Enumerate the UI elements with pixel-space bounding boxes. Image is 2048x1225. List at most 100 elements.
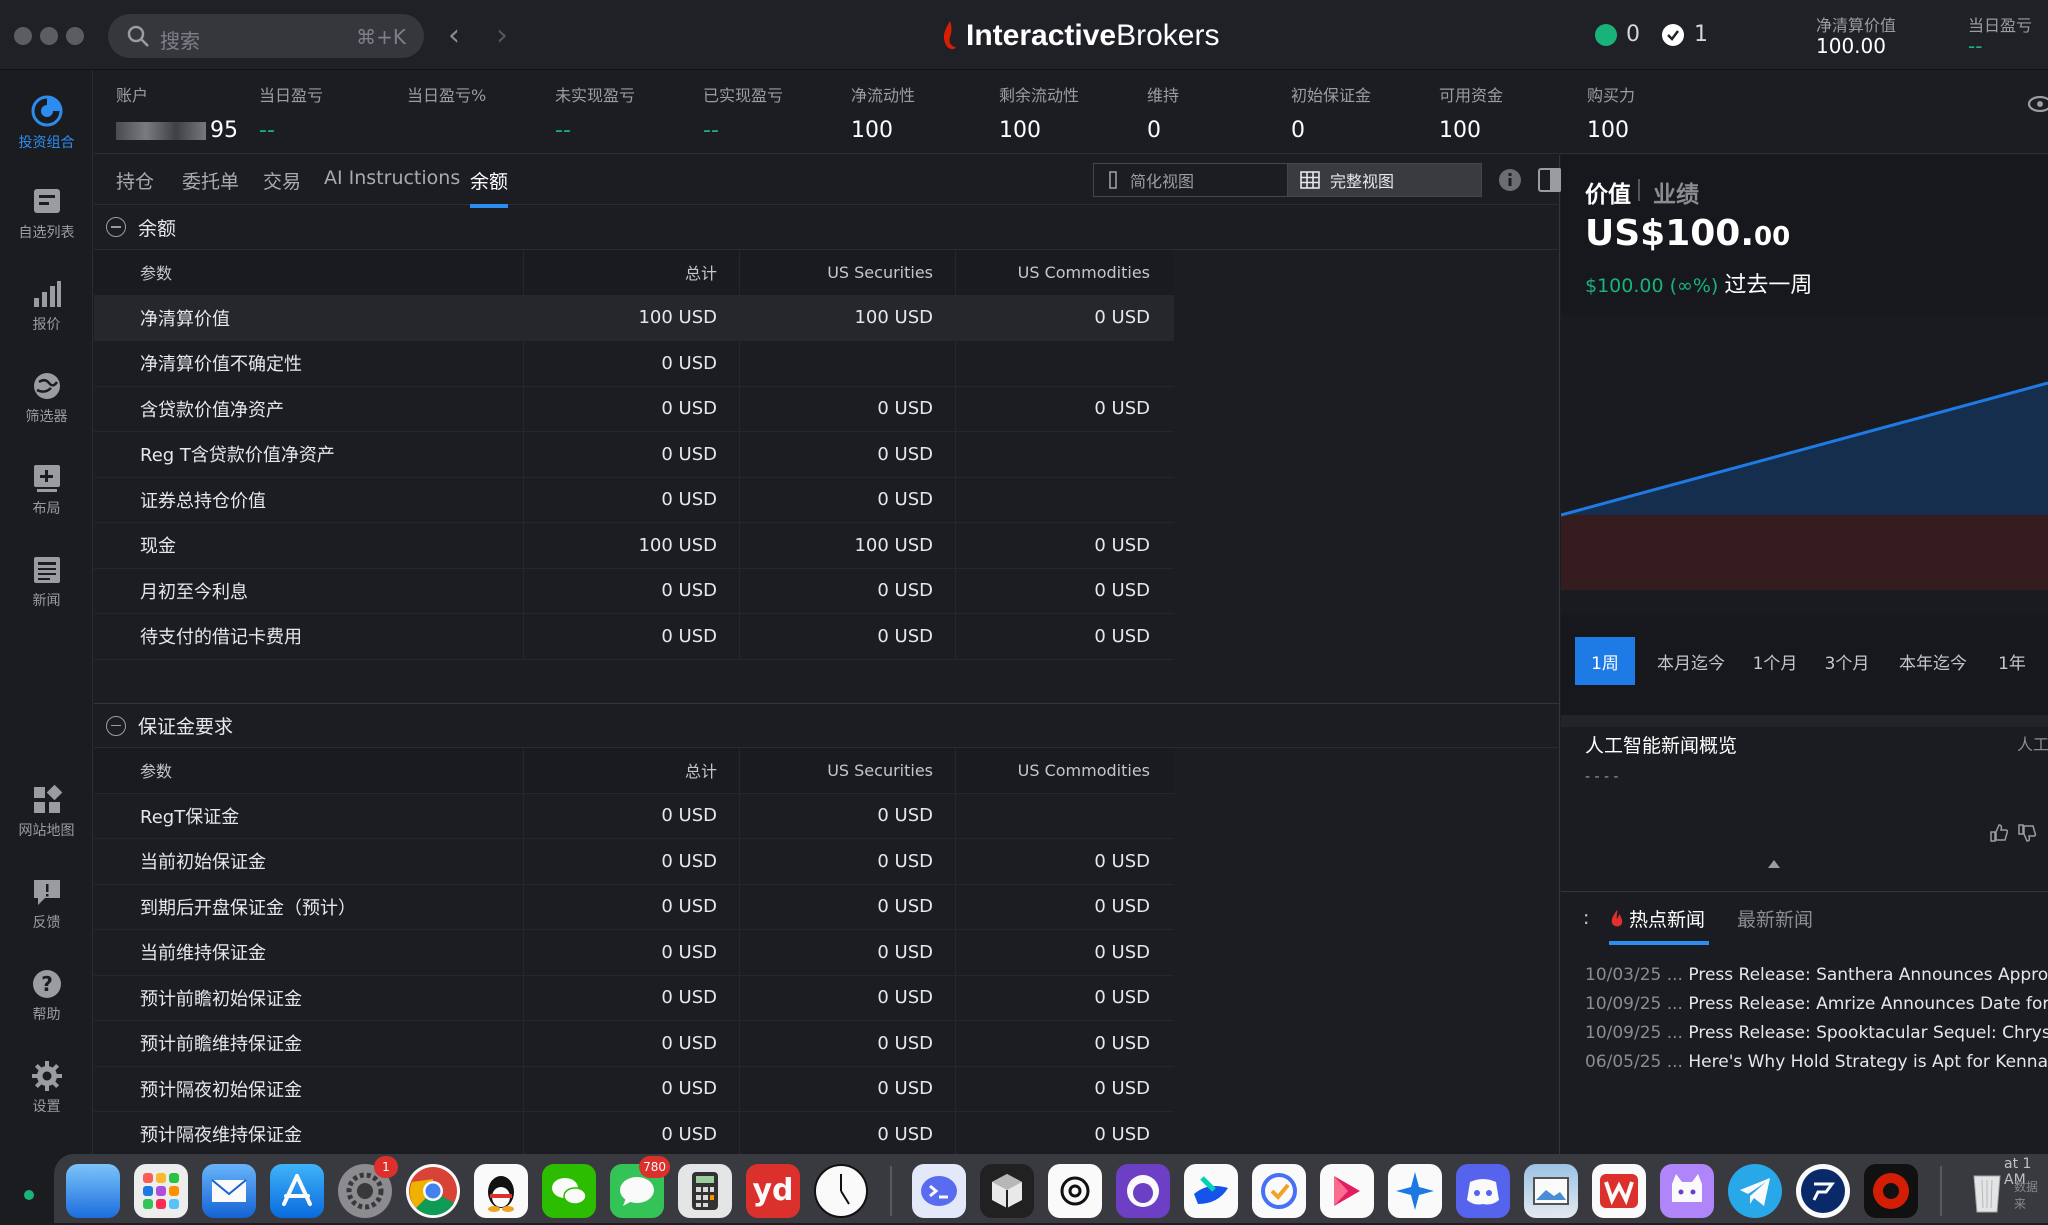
- thumbs-up-icon[interactable]: [1989, 823, 2009, 843]
- connection-status-icon[interactable]: [1595, 24, 1617, 46]
- qq-icon[interactable]: [474, 1164, 528, 1218]
- image-viewer-icon[interactable]: [1524, 1164, 1578, 1218]
- table-row[interactable]: 到期后开盘保证金（预计） 0 USD 0 USD 0 USD: [94, 884, 1174, 930]
- sidebar-item-screener[interactable]: 筛选器: [0, 370, 93, 426]
- sidebar-item-watchlist[interactable]: 自选列表: [0, 186, 93, 242]
- full-view-button[interactable]: 完整视图: [1287, 163, 1482, 197]
- table-row[interactable]: 待支付的借记卡费用 0 USD 0 USD 0 USD: [94, 614, 1174, 660]
- ib-trader-icon[interactable]: [1864, 1164, 1918, 1218]
- account-suffix: 95: [210, 118, 238, 143]
- panel-toggle-icon[interactable]: [1538, 168, 1562, 192]
- table-row[interactable]: 预计前瞻维持保证金 0 USD 0 USD 0 USD: [94, 1021, 1174, 1067]
- collapse-up-icon[interactable]: [1767, 859, 1781, 869]
- range-3m[interactable]: 3个月: [1817, 637, 1877, 685]
- table-row[interactable]: Reg T含贷款价值净资产 0 USD 0 USD: [94, 432, 1174, 478]
- tasks-icon[interactable]: [1252, 1164, 1306, 1218]
- info-icon[interactable]: [1498, 168, 1522, 192]
- simple-view-button[interactable]: 简化视图: [1093, 163, 1288, 197]
- cube-app-icon[interactable]: [980, 1164, 1034, 1218]
- sidebar-item-feedback[interactable]: 反馈: [0, 876, 93, 932]
- terminal-app-icon[interactable]: [912, 1164, 966, 1218]
- messages-icon[interactable]: 780: [610, 1156, 670, 1218]
- range-1m[interactable]: 1个月: [1745, 637, 1805, 685]
- trading-center-icon[interactable]: [1796, 1164, 1850, 1218]
- row-label: RegT保证金: [94, 793, 524, 838]
- row-label: 月初至今利息: [94, 568, 524, 613]
- table-row[interactable]: 当前维持保证金 0 USD 0 USD 0 USD: [94, 930, 1174, 976]
- tab-balances[interactable]: 余额: [470, 167, 509, 208]
- infuse-icon[interactable]: [1320, 1164, 1374, 1218]
- news-item[interactable]: 10/09/25 ... Press Release: Spooktacular…: [1585, 1019, 2048, 1048]
- tab-positions[interactable]: 持仓: [116, 167, 154, 194]
- table-row[interactable]: RegT保证金 0 USD 0 USD: [94, 793, 1174, 839]
- range-mtd[interactable]: 本月迄今: [1649, 637, 1733, 685]
- table-row[interactable]: 预计前瞻初始保证金 0 USD 0 USD 0 USD: [94, 975, 1174, 1021]
- table-row[interactable]: 当前初始保证金 0 USD 0 USD 0 USD: [94, 839, 1174, 885]
- sidebar-item-settings[interactable]: 设置: [0, 1060, 93, 1116]
- check-circle-icon[interactable]: [1662, 24, 1684, 46]
- chatgpt-icon[interactable]: [1048, 1164, 1102, 1218]
- tab-orders[interactable]: 委托单: [182, 167, 239, 194]
- cell-commodities: [956, 478, 1172, 523]
- collapse-icon[interactable]: [106, 715, 126, 736]
- forward-arrow-icon[interactable]: ›: [496, 18, 508, 54]
- section-title: 余额: [138, 217, 177, 240]
- table-row[interactable]: 证券总持仓价值 0 USD 0 USD: [94, 477, 1174, 523]
- tab-ai-instructions[interactable]: AI Instructions: [324, 167, 460, 189]
- window-close-button[interactable]: [14, 27, 32, 45]
- thumbs-down-icon[interactable]: [2017, 823, 2037, 843]
- back-arrow-icon[interactable]: ‹: [448, 18, 460, 54]
- sidebar-item-news[interactable]: 新闻: [0, 554, 93, 610]
- search-input[interactable]: 搜索 ⌘+K: [108, 14, 424, 58]
- sidebar-item-help[interactable]: ? 帮助: [0, 968, 93, 1024]
- clock-icon[interactable]: [814, 1164, 868, 1218]
- app-store-icon[interactable]: [270, 1164, 324, 1218]
- chrome-icon[interactable]: [406, 1164, 460, 1218]
- github-desktop-icon[interactable]: [1116, 1164, 1170, 1218]
- sidebar-item-portfolio[interactable]: 投资组合: [0, 94, 93, 152]
- sidebar-item-sitemap[interactable]: 网站地图: [0, 784, 93, 840]
- account-id[interactable]: 账户 95: [116, 82, 238, 143]
- range-1y[interactable]: 1年: [1987, 637, 2037, 685]
- table-row[interactable]: 现金 100 USD 100 USD 0 USD: [94, 523, 1174, 569]
- tab-latest-news[interactable]: 最新新闻: [1737, 905, 1813, 932]
- mail-icon[interactable]: [202, 1164, 256, 1218]
- calculator-icon[interactable]: [678, 1164, 732, 1218]
- finder-icon[interactable]: [66, 1164, 120, 1218]
- table-row[interactable]: 净清算价值不确定性 0 USD: [94, 341, 1174, 387]
- metric-value: --: [259, 118, 275, 143]
- tab-trades[interactable]: 交易: [263, 167, 301, 194]
- wps-icon[interactable]: [1592, 1164, 1646, 1218]
- sidebar-item-layout[interactable]: 布局: [0, 462, 93, 518]
- eye-icon[interactable]: [2028, 96, 2048, 112]
- window-zoom-button[interactable]: [66, 27, 84, 45]
- telegram-icon[interactable]: [1728, 1164, 1782, 1218]
- wechat-icon[interactable]: [542, 1164, 596, 1218]
- youdao-dictionary-icon[interactable]: yd: [746, 1164, 800, 1218]
- cell-securities: 0 USD: [740, 839, 956, 884]
- feishu-icon[interactable]: [1184, 1164, 1238, 1218]
- table-row[interactable]: 月初至今利息 0 USD 0 USD 0 USD: [94, 568, 1174, 614]
- news-item[interactable]: 10/09/25 ... Press Release: Amrize Annou…: [1585, 990, 2048, 1019]
- sidebar-item-quotes[interactable]: 报价: [0, 278, 93, 334]
- tab-value[interactable]: 价值: [1585, 175, 1631, 209]
- balances-section-header[interactable]: 余额: [94, 205, 1560, 250]
- tab-performance[interactable]: 业绩: [1653, 175, 1699, 209]
- range-ytd[interactable]: 本年迄今: [1891, 637, 1975, 685]
- table-row[interactable]: 含贷款价值净资产 0 USD 0 USD 0 USD: [94, 386, 1174, 432]
- system-settings-icon[interactable]: 1: [338, 1156, 398, 1218]
- table-row[interactable]: 净清算价值 100 USD 100 USD 0 USD: [94, 295, 1174, 341]
- launchpad-icon[interactable]: [134, 1164, 188, 1218]
- table-row[interactable]: 预计隔夜维持保证金 0 USD 0 USD 0 USD: [94, 1112, 1174, 1158]
- margin-section-header[interactable]: 保证金要求: [94, 703, 1560, 748]
- cat-app-icon[interactable]: [1660, 1164, 1714, 1218]
- tab-hot-news[interactable]: 热点新闻: [1609, 905, 1705, 932]
- collapse-icon[interactable]: [106, 217, 126, 237]
- news-item[interactable]: 06/05/25 ... Here's Why Hold Strategy is…: [1585, 1048, 2048, 1077]
- news-item[interactable]: 10/03/25 ... Press Release: Santhera Ann…: [1585, 961, 2048, 990]
- discord-icon[interactable]: [1456, 1164, 1510, 1218]
- range-1w[interactable]: 1周: [1575, 637, 1635, 685]
- spark-icon[interactable]: [1388, 1164, 1442, 1218]
- table-row[interactable]: 预计隔夜初始保证金 0 USD 0 USD 0 USD: [94, 1066, 1174, 1112]
- window-minimize-button[interactable]: [40, 27, 58, 45]
